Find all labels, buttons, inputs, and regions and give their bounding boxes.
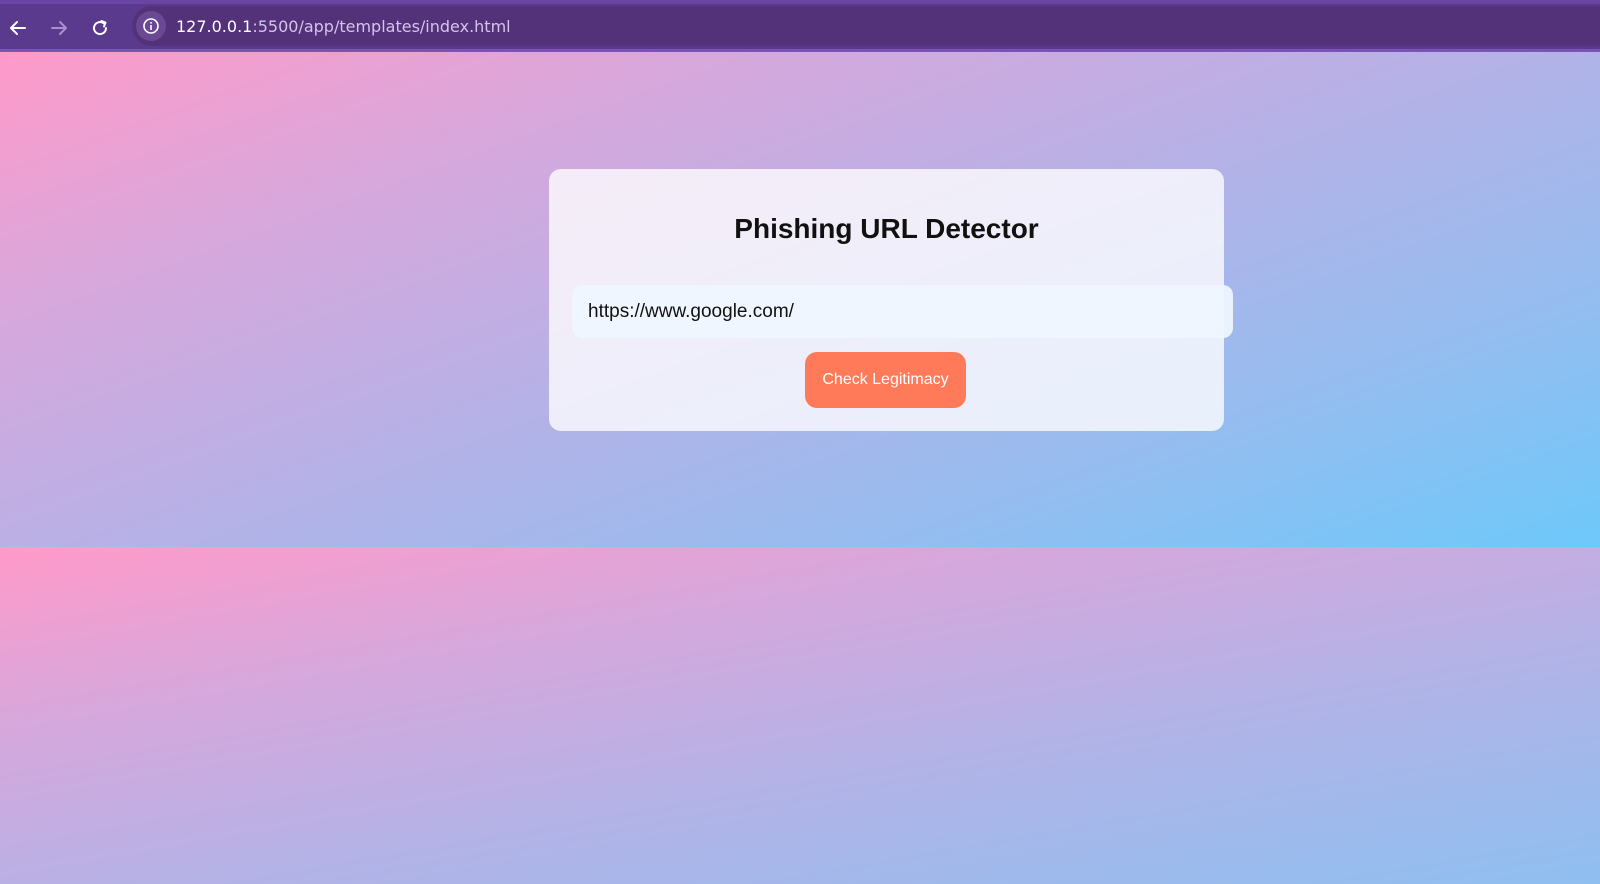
address-url[interactable]: 127.0.0.1:5500/app/templates/index.html: [176, 17, 511, 36]
arrow-right-icon: [50, 19, 68, 37]
reload-icon: [91, 19, 109, 37]
forward-button[interactable]: [43, 12, 75, 44]
back-button[interactable]: [2, 12, 34, 44]
url-host: 127.0.0.1: [176, 16, 253, 36]
url-input[interactable]: [572, 285, 1233, 338]
info-icon[interactable]: [136, 11, 166, 41]
gradient-background-overflow: [0, 547, 1600, 884]
address-bar[interactable]: 127.0.0.1:5500/app/templates/index.html: [132, 6, 1600, 46]
detector-card: Phishing URL Detector Check Legitimacy: [549, 169, 1233, 431]
page-viewport: Phishing URL Detector Check Legitimacy: [0, 52, 1600, 884]
reload-button[interactable]: [84, 12, 116, 44]
page-title: Phishing URL Detector: [734, 213, 1039, 244]
url-path: :5500/app/templates/index.html: [252, 16, 511, 36]
arrow-left-icon: [9, 19, 27, 37]
browser-toolbar: 127.0.0.1:5500/app/templates/index.html: [0, 0, 1600, 52]
check-legitimacy-button[interactable]: Check Legitimacy: [805, 352, 966, 408]
